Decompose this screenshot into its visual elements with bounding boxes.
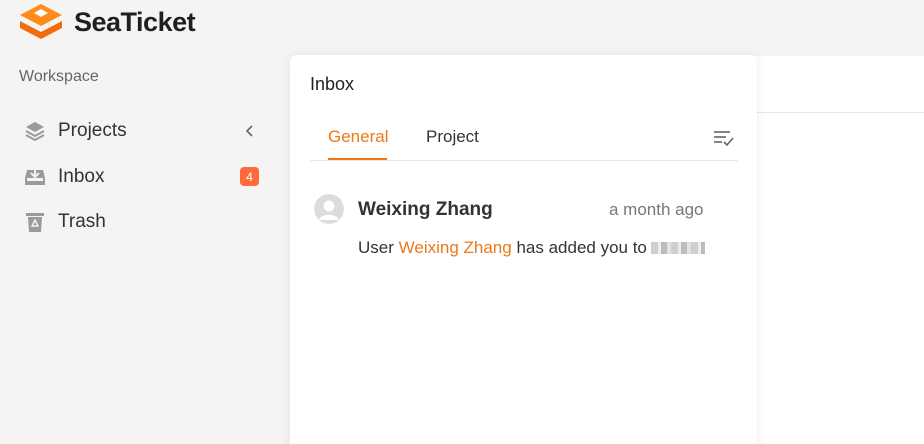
chevron-left-icon[interactable] [242, 123, 256, 139]
sidebar-item-label: Trash [58, 211, 106, 232]
workspace-section-label: Workspace [19, 68, 99, 85]
inbox-panel: Inbox General Project Weixing Zhang a mo… [290, 55, 757, 444]
sidebar-item-label: Inbox [58, 166, 105, 187]
notification-time: a month ago [609, 200, 704, 219]
mark-read-list-icon[interactable] [712, 128, 734, 148]
main-header-divider [752, 112, 924, 113]
active-tab-indicator [328, 158, 387, 160]
inbox-title: Inbox [310, 74, 355, 94]
message-suffix: has added you to [511, 238, 647, 257]
main-content-area [752, 56, 924, 444]
sidebar-item-projects[interactable]: Projects [24, 116, 260, 146]
seaticket-logo-icon [18, 2, 64, 42]
unread-count-badge: 4 [240, 167, 259, 186]
notification-item[interactable]: Weixing Zhang a month ago User Weixing Z… [290, 183, 757, 273]
sidebar-item-trash[interactable]: Trash [24, 207, 260, 237]
inbox-icon [24, 166, 46, 188]
tab-general[interactable]: General [328, 127, 388, 147]
notification-message: User Weixing Zhang has added you to [358, 238, 705, 258]
tabs-divider [310, 160, 738, 161]
sender-link[interactable]: Weixing Zhang [399, 238, 512, 257]
app-name: SeaTicket [74, 6, 196, 37]
redacted-project-name [650, 242, 705, 254]
app-logo[interactable]: SeaTicket [18, 2, 196, 42]
message-prefix: User [358, 238, 399, 257]
default-avatar-icon [314, 194, 344, 224]
trash-icon [24, 211, 46, 233]
sidebar-item-label: Projects [58, 120, 127, 141]
sidebar-item-inbox[interactable]: Inbox 4 [24, 162, 260, 192]
tab-project[interactable]: Project [426, 127, 479, 147]
layers-icon [24, 120, 46, 142]
seaticket-app: SeaTicket Workspace Projects Inbox 4 Tra… [0, 0, 924, 444]
notification-sender: Weixing Zhang [358, 199, 493, 220]
